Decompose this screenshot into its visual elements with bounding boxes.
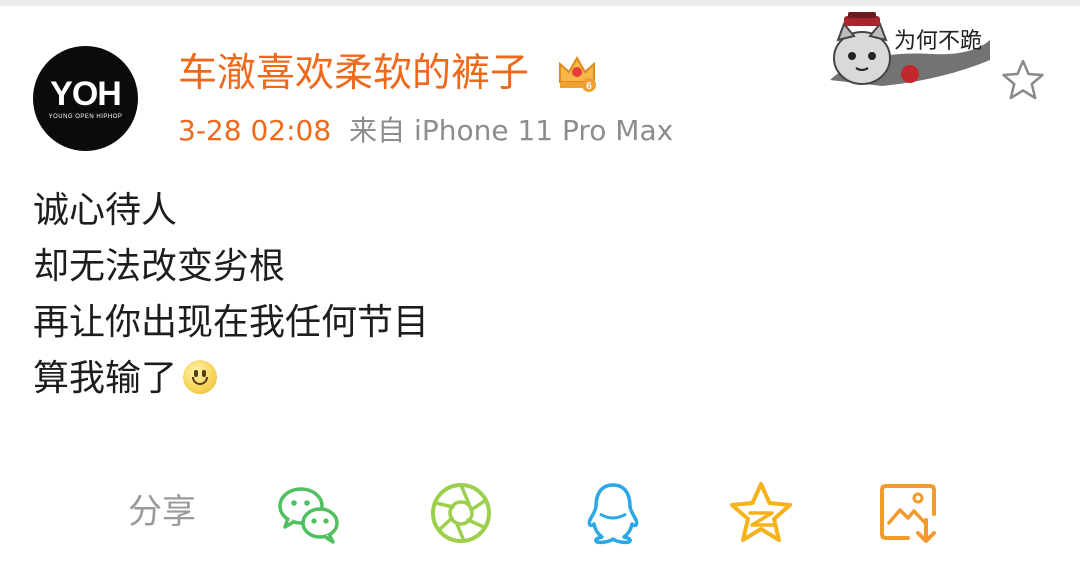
vip-crown-badge[interactable]: 6	[556, 52, 598, 94]
avatar[interactable]: YOH YOUNG OPEN HIPHOP	[33, 46, 138, 151]
favorite-star-icon[interactable]	[1000, 58, 1046, 102]
post-meta: 3-28 02:08 来自 iPhone 11 Pro Max	[178, 113, 673, 149]
wechat-icon[interactable]	[276, 480, 342, 546]
post-line: 再让你出现在我任何节目	[33, 302, 430, 343]
post-line-text: 算我输了	[33, 358, 178, 399]
sticker-caption: 为何不跪	[894, 29, 982, 54]
qzone-icon[interactable]	[728, 480, 794, 546]
save-image-icon[interactable]	[876, 480, 942, 546]
post-source: 来自 iPhone 11 Pro Max	[349, 114, 674, 147]
avatar-tagline: YOUNG OPEN HIPHOP	[48, 114, 123, 120]
post-content: 诚心待人 却无法改变劣根 再让你出现在我任何节目 算我输了	[33, 183, 429, 407]
smile-emoji-icon	[183, 360, 218, 394]
username[interactable]: 车澈喜欢柔软的裤子	[178, 46, 529, 102]
post-line: 诚心待人	[33, 190, 178, 231]
post-line: 却无法改变劣根	[33, 246, 286, 287]
post-line-last: 算我输了	[33, 351, 429, 407]
moments-icon[interactable]	[428, 480, 494, 546]
cat-sticker: 为何不跪	[830, 12, 990, 86]
top-divider	[0, 0, 1080, 6]
vip-level: 6	[586, 81, 592, 92]
avatar-logo: YOH	[50, 75, 122, 113]
post-time: 3-28 02:08	[178, 114, 332, 147]
share-label: 分享	[128, 492, 196, 532]
qq-icon[interactable]	[580, 480, 646, 546]
